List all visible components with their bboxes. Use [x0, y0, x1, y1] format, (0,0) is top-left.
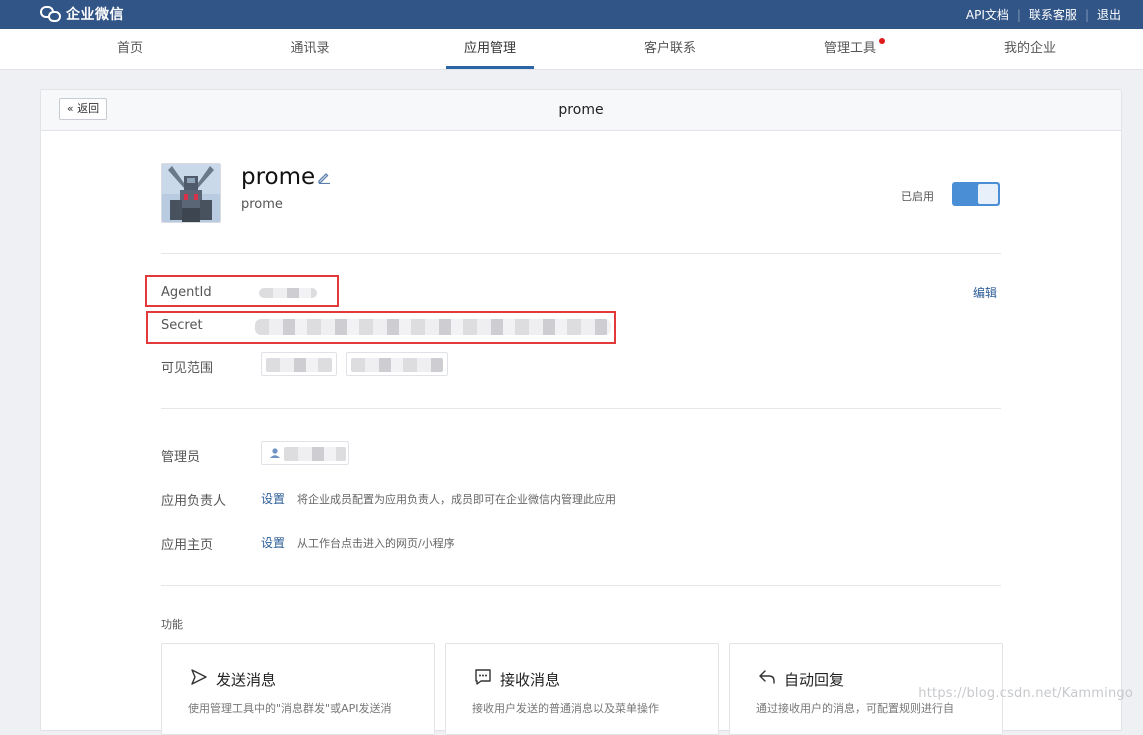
nav-home[interactable]: 首页	[40, 29, 220, 69]
set-app-homepage-link[interactable]: 设置	[261, 534, 285, 551]
app-homepage-description: 从工作台点击进入的网页/小程序	[297, 537, 455, 550]
app-owner-description: 将企业成员配置为应用负责人，成员即可在企业微信内管理此应用	[297, 493, 616, 506]
feature-card-description: 接收用户发送的普通消息以及菜单操作	[472, 702, 659, 715]
app-homepage-label: 应用主页	[161, 538, 214, 553]
app-subtitle: prome	[241, 197, 283, 212]
admin-chip[interactable]	[261, 441, 349, 465]
set-app-owner-link[interactable]: 设置	[261, 490, 285, 507]
agentid-value-redacted	[259, 288, 317, 298]
feature-card-send-message[interactable]: 发送消息 使用管理工具中的"消息群发"或API发送消	[161, 643, 435, 735]
feature-card-title: 接收消息	[500, 671, 561, 689]
contact-support-link[interactable]: 联系客服	[1029, 6, 1077, 23]
enable-toggle[interactable]	[952, 182, 1000, 206]
secret-label: Secret	[161, 318, 203, 333]
logo[interactable]: 企业微信	[40, 4, 124, 24]
panel-header: prome « 返回	[41, 90, 1121, 131]
reply-icon	[759, 670, 775, 684]
enabled-status-label: 已启用	[901, 190, 934, 203]
feature-card-description: 使用管理工具中的"消息群发"或API发送消	[188, 702, 392, 715]
notification-dot	[879, 38, 885, 44]
link-separator: |	[1084, 7, 1089, 22]
app-avatar[interactable]	[161, 163, 221, 223]
api-docs-link[interactable]: API文档	[966, 6, 1009, 23]
visible-scope-chip[interactable]	[261, 352, 337, 376]
visible-scope-chip[interactable]	[346, 352, 448, 376]
admin-label: 管理员	[161, 450, 201, 465]
nav-app-management-label: 应用管理	[463, 41, 516, 56]
panel-title: prome	[558, 102, 604, 118]
link-separator: |	[1016, 7, 1021, 22]
nav-contacts[interactable]: 通讯录	[220, 29, 400, 69]
watermark: https://blog.csdn.net/Kammingo	[918, 686, 1133, 701]
nav-management-tools[interactable]: 管理工具	[760, 29, 940, 69]
logo-text: 企业微信	[66, 7, 124, 23]
top-bar: 企业微信 API文档 | 联系客服 | 退出	[0, 0, 1143, 29]
pencil-icon[interactable]	[317, 170, 331, 184]
divider	[161, 585, 1001, 586]
main-nav: 首页 通讯录 应用管理 客户联系 管理工具 我的企业	[0, 29, 1143, 70]
user-icon	[270, 448, 280, 458]
features-section-label: 功能	[161, 618, 183, 631]
agentid-label: AgentId	[161, 285, 212, 300]
send-icon	[191, 669, 207, 685]
secret-value-redacted	[255, 319, 611, 335]
nav-my-enterprise[interactable]: 我的企业	[940, 29, 1120, 69]
feature-card-description: 通过接收用户的消息，可配置规则进行自	[756, 702, 954, 715]
feature-card-receive-message[interactable]: 接收消息 接收用户发送的普通消息以及菜单操作	[445, 643, 719, 735]
top-links: API文档 | 联系客服 | 退出	[966, 0, 1121, 29]
wecom-logo-icon	[40, 4, 62, 24]
app-owner-label: 应用负责人	[161, 494, 227, 509]
chip-value-redacted	[266, 358, 332, 372]
app-detail-panel: prome « 返回 prome prome 已启用 AgentId 编辑 Se…	[40, 89, 1122, 735]
feature-card-title: 发送消息	[216, 671, 277, 689]
nav-customer-contact[interactable]: 客户联系	[580, 29, 760, 69]
double-chevron-left-icon: «	[66, 102, 74, 115]
logout-link[interactable]: 退出	[1097, 6, 1121, 23]
nav-app-management[interactable]: 应用管理	[400, 29, 580, 69]
divider	[161, 408, 1001, 409]
chip-value-redacted	[351, 358, 443, 372]
message-icon	[475, 669, 491, 685]
active-tab-indicator	[446, 66, 534, 69]
nav-management-tools-label: 管理工具	[823, 41, 876, 56]
toggle-knob	[978, 184, 998, 204]
admin-name-redacted	[284, 447, 346, 461]
divider	[161, 253, 1001, 254]
back-button[interactable]: « 返回	[59, 98, 107, 120]
back-button-label: 返回	[77, 102, 100, 115]
edit-details-link[interactable]: 编辑	[973, 284, 997, 301]
feature-card-title: 自动回复	[784, 671, 845, 689]
app-name: prome	[241, 164, 316, 190]
visible-scope-label: 可见范围	[161, 361, 214, 376]
